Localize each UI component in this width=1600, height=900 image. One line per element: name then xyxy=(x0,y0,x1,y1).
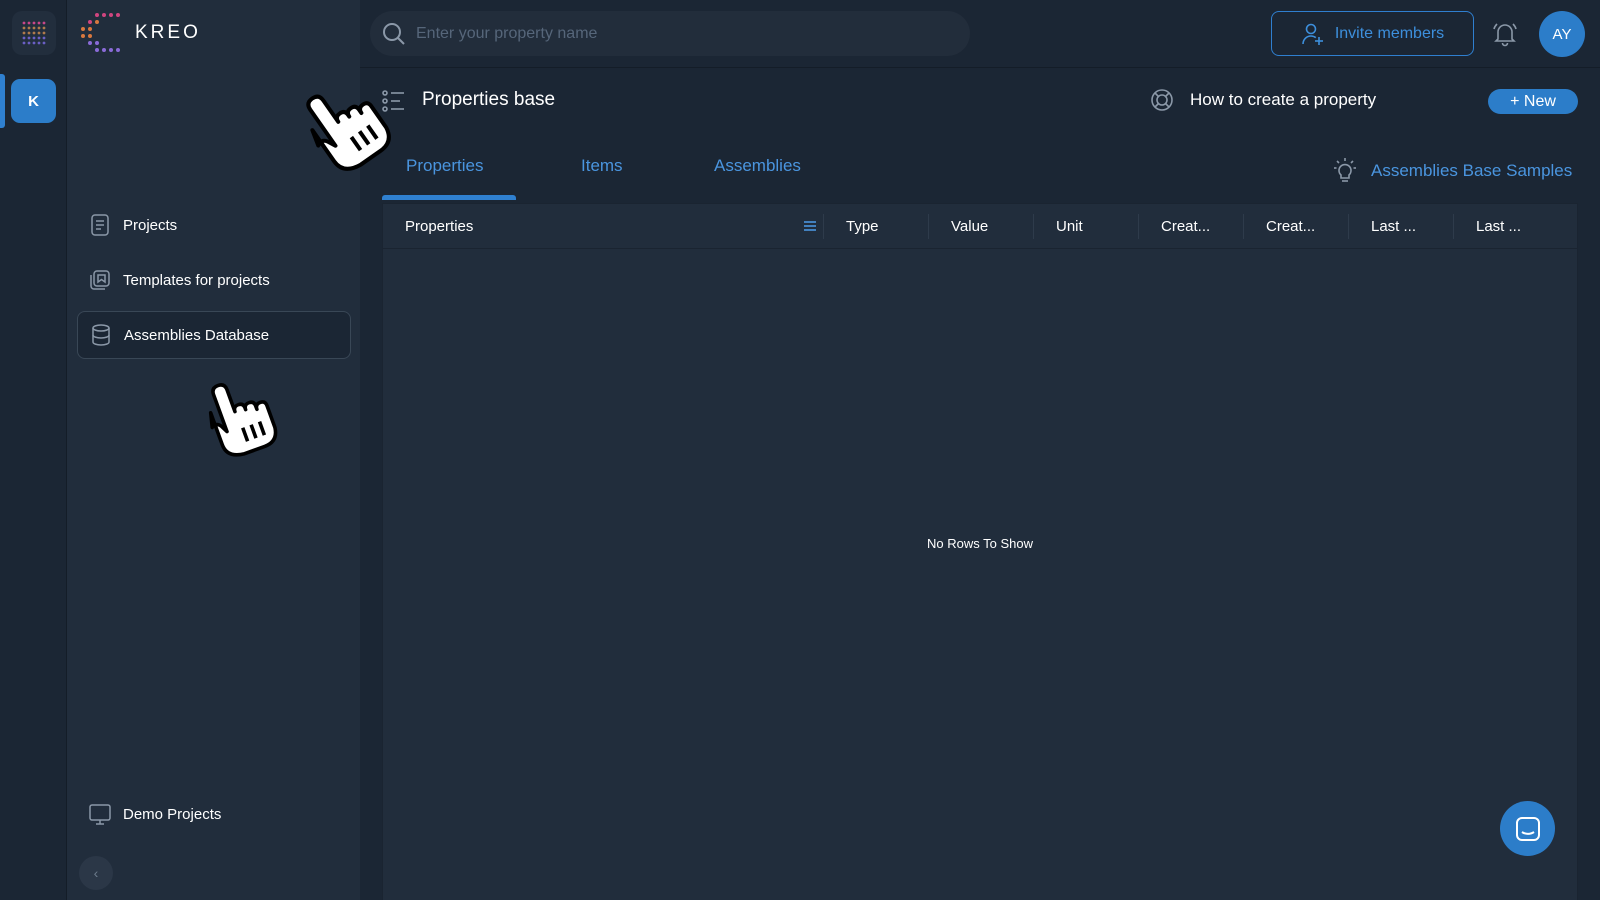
pointer-hand-icon xyxy=(208,383,278,457)
column-header-last-edited-by[interactable]: Last ... xyxy=(1349,204,1453,249)
active-tab-indicator xyxy=(382,195,516,200)
tab-items[interactable]: Items xyxy=(581,156,623,176)
column-menu-icon[interactable] xyxy=(803,220,817,232)
user-avatar[interactable]: AY xyxy=(1539,11,1585,57)
column-header-created-by[interactable]: Creat... xyxy=(1139,204,1243,249)
samples-label: Assemblies Base Samples xyxy=(1371,161,1573,180)
search-bar[interactable] xyxy=(370,11,970,56)
column-header-type[interactable]: Type xyxy=(824,204,928,249)
app-rail: K xyxy=(0,0,67,900)
new-button-label: + New xyxy=(1510,92,1556,110)
sidebar-item-label: Templates for projects xyxy=(123,271,270,289)
sidebar-item-label: Demo Projects xyxy=(123,805,222,823)
column-header-properties[interactable]: Properties xyxy=(383,204,823,249)
sidebar-item-demo-projects[interactable]: Demo Projects xyxy=(77,790,351,838)
sidebar-item-label: Projects xyxy=(123,216,178,234)
workspace-initial: K xyxy=(28,92,39,110)
projects-icon xyxy=(89,214,111,236)
new-property-button[interactable]: + New xyxy=(1488,89,1578,114)
monitor-icon xyxy=(89,803,111,825)
invite-members-button[interactable]: Invite members xyxy=(1271,11,1474,56)
notifications-button[interactable] xyxy=(1492,21,1518,47)
chevron-left-icon: ‹ xyxy=(93,865,99,881)
bell-icon xyxy=(1493,23,1517,47)
sidebar-item-label: Assemblies Database xyxy=(124,326,270,344)
properties-table: Properties Type Value Unit Creat... Crea… xyxy=(382,203,1578,900)
empty-table-message: No Rows To Show xyxy=(927,536,1033,551)
column-header-unit[interactable]: Unit xyxy=(1034,204,1138,249)
assemblies-base-samples-link[interactable]: Assemblies Base Samples xyxy=(1333,158,1572,184)
apps-grid-icon xyxy=(22,21,46,45)
apps-grid-button[interactable] xyxy=(12,11,56,55)
column-header-value[interactable]: Value xyxy=(929,204,1033,249)
column-header-created-at[interactable]: Creat... xyxy=(1244,204,1348,249)
database-icon xyxy=(90,324,112,346)
column-header-last-edited-at[interactable]: Last ... xyxy=(1454,204,1558,249)
lifebuoy-icon xyxy=(1150,88,1174,112)
sidebar-item-templates[interactable]: Templates for projects xyxy=(77,256,351,304)
tab-bar: Properties Items Assemblies xyxy=(382,146,862,200)
add-user-icon xyxy=(1301,22,1325,46)
main-content: Properties base How to create a property… xyxy=(360,68,1600,900)
invite-members-label: Invite members xyxy=(1334,24,1445,42)
workspace-button[interactable]: K xyxy=(11,79,56,123)
sidebar-item-assemblies-database[interactable]: Assemblies Database xyxy=(77,311,351,359)
templates-icon xyxy=(89,269,111,291)
topbar: Invite members AY xyxy=(360,0,1600,68)
rail-active-indicator xyxy=(0,74,5,128)
pointer-hand-icon xyxy=(306,94,391,171)
page-title: Properties base xyxy=(422,89,556,110)
brand-name: KREO xyxy=(135,22,201,43)
sidebar-item-projects[interactable]: Projects xyxy=(77,201,351,249)
chat-icon xyxy=(1515,816,1540,841)
lightbulb-icon xyxy=(1333,158,1357,184)
avatar-initials: AY xyxy=(1552,25,1572,43)
tab-assemblies[interactable]: Assemblies xyxy=(714,156,801,176)
table-header: Properties Type Value Unit Creat... Crea… xyxy=(383,204,1577,249)
help-link-label: How to create a property xyxy=(1190,90,1377,109)
tab-properties[interactable]: Properties xyxy=(406,156,483,176)
search-icon xyxy=(383,22,405,45)
kreo-logo-icon xyxy=(81,13,120,52)
chat-support-button[interactable] xyxy=(1500,801,1555,856)
search-input[interactable] xyxy=(416,24,956,43)
how-to-create-property-link[interactable]: How to create a property xyxy=(1150,88,1376,112)
kreo-logo[interactable]: KREO xyxy=(81,12,201,54)
collapse-sidebar-button[interactable]: ‹ xyxy=(79,856,113,890)
